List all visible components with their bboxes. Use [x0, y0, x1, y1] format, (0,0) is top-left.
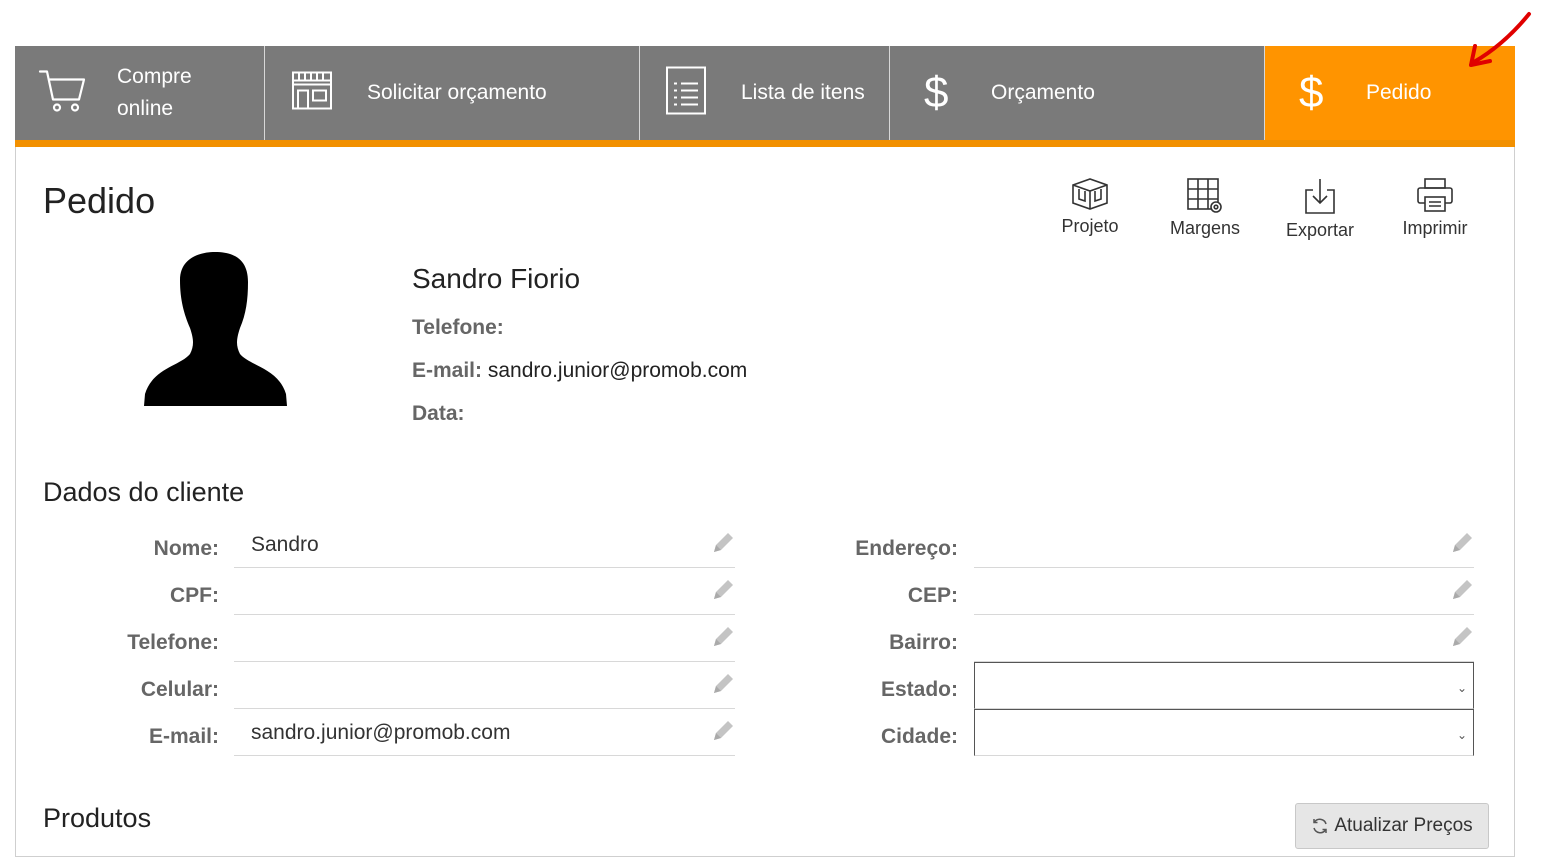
- margens-button[interactable]: Margens: [1155, 176, 1255, 239]
- imprimir-label: Imprimir: [1402, 218, 1468, 238]
- tab-orcamento[interactable]: $ Orçamento: [890, 46, 1265, 140]
- email-field[interactable]: sandro.junior@promob.com: [234, 709, 735, 756]
- cpf-label: CPF:: [170, 584, 219, 607]
- tab-solicitar-orcamento-label: Solicitar orçamento: [367, 81, 547, 104]
- pencil-icon[interactable]: [711, 578, 735, 602]
- update-prices-label: Atualizar Preços: [1334, 815, 1473, 836]
- tab-pedido-label: Pedido: [1366, 81, 1432, 104]
- update-prices-button[interactable]: Atualizar Preços: [1295, 803, 1489, 849]
- export-icon: [1305, 179, 1335, 214]
- cidade-label: Cidade:: [880, 725, 958, 748]
- nome-label: Nome:: [153, 537, 219, 560]
- pencil-icon[interactable]: [1450, 531, 1474, 555]
- cidade-select[interactable]: ⌄: [974, 709, 1474, 756]
- client-data-section-title: Dados do cliente: [43, 477, 245, 507]
- celular-label: Celular:: [140, 678, 219, 701]
- tab-lista-de-itens[interactable]: Lista de itens: [640, 46, 890, 140]
- pencil-icon[interactable]: [711, 719, 735, 743]
- pencil-icon[interactable]: [1450, 625, 1474, 649]
- exportar-button[interactable]: Exportar: [1270, 176, 1370, 241]
- profile-email-line: E-mail: sandro.junior@promob.com: [412, 359, 748, 382]
- tab-compre-online[interactable]: Compre online: [15, 46, 265, 140]
- estado-label: Estado:: [880, 678, 958, 701]
- cart-icon: [37, 66, 87, 121]
- nome-field[interactable]: Sandro: [234, 521, 735, 568]
- cep-label: CEP:: [907, 584, 958, 607]
- telefone-field[interactable]: [234, 615, 735, 662]
- margens-label: Margens: [1169, 218, 1241, 238]
- email-label: E-mail:: [148, 725, 219, 748]
- tab-orcamento-label: Orçamento: [991, 81, 1095, 104]
- products-section-title: Produtos: [43, 803, 152, 833]
- profile-date-line: Data:: [412, 402, 465, 425]
- refresh-icon: [1313, 818, 1328, 834]
- endereco-label: Endereço:: [855, 537, 958, 560]
- project-icon: [1072, 178, 1108, 210]
- pencil-icon[interactable]: [711, 531, 735, 555]
- avatar: [144, 252, 287, 406]
- page-title: Pedido: [43, 180, 156, 221]
- storefront-icon: [290, 69, 334, 118]
- bairro-label: Bairro:: [889, 631, 958, 654]
- tab-lista-de-itens-label: Lista de itens: [741, 81, 865, 104]
- printer-icon: [1417, 178, 1453, 212]
- dollar-icon: $: [924, 68, 949, 117]
- main-tabbar: Compre online Solicitar orçamento Lista d…: [15, 46, 1515, 140]
- chevron-down-icon: ⌄: [1456, 681, 1467, 695]
- projeto-button[interactable]: Projeto: [1040, 176, 1140, 237]
- cep-field[interactable]: [974, 568, 1474, 615]
- endereco-field[interactable]: [974, 521, 1474, 568]
- pencil-icon[interactable]: [1450, 578, 1474, 602]
- list-document-icon: [665, 66, 707, 121]
- tab-compre-online-label: Compre online: [117, 65, 192, 120]
- celular-field[interactable]: [234, 662, 735, 709]
- margins-grid-icon: [1187, 178, 1222, 213]
- dollar-icon: $: [1299, 68, 1324, 117]
- pencil-icon[interactable]: [711, 625, 735, 649]
- telefone-label: Telefone:: [127, 631, 219, 654]
- projeto-label: Projeto: [1061, 216, 1119, 236]
- client-name-heading: Sandro Fiorio: [412, 263, 581, 294]
- estado-select[interactable]: ⌄: [974, 662, 1474, 709]
- bairro-field[interactable]: [974, 615, 1474, 662]
- active-tab-accent-line: [15, 140, 1515, 147]
- imprimir-button[interactable]: Imprimir: [1385, 176, 1485, 239]
- annotation-arrow-icon: [1469, 12, 1531, 67]
- pencil-icon[interactable]: [711, 672, 735, 696]
- cpf-field[interactable]: [234, 568, 735, 615]
- exportar-label: Exportar: [1285, 220, 1355, 240]
- profile-phone-line: Telefone:: [412, 316, 504, 339]
- tab-solicitar-orcamento[interactable]: Solicitar orçamento: [265, 46, 640, 140]
- chevron-down-icon: ⌄: [1456, 728, 1467, 742]
